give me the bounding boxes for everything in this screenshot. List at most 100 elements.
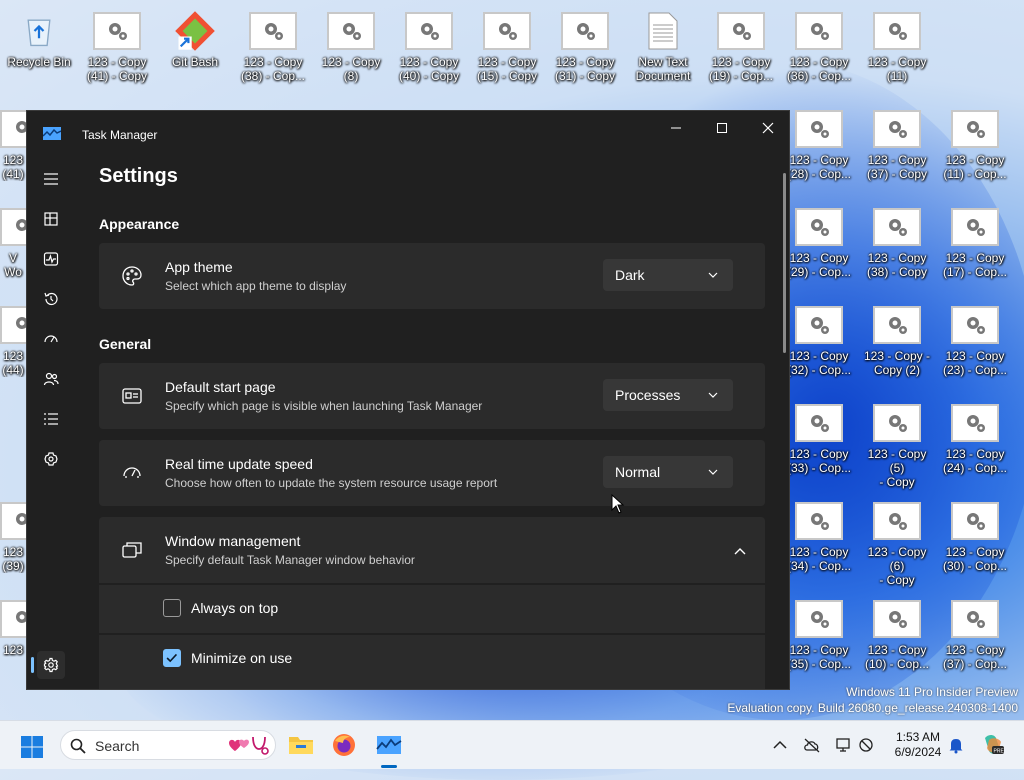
desktop-icon-label: 123 - Copy (23) - Cop... [942,349,1008,377]
title-bar[interactable]: Task Manager [27,111,789,155]
file-gear-icon [951,502,999,540]
nav-app-history[interactable] [37,285,65,313]
minimize-button[interactable] [653,113,699,143]
file-gear-icon [249,12,297,50]
file-gear-icon [0,208,26,246]
nav-services[interactable] [37,445,65,473]
desktop-icon-123-copy-40-copy[interactable]: 123 - Copy (40) - Copy [391,12,467,83]
desktop-icon-123-copy-41-copy[interactable]: 123 - Copy (41) - Copy [79,12,155,83]
cloud-offline-icon[interactable] [803,736,821,754]
nav-details[interactable] [37,405,65,433]
start-button[interactable] [20,735,44,759]
app-theme-value: Dark [615,267,645,283]
settings-icon [43,657,59,673]
desktop-icon-label: 123 - Copy (6) - Copy [867,545,927,587]
desktop-icon-123-copy-11[interactable]: 123 - Copy (11) [859,12,935,83]
desktop-icon-123-copy-copy-2[interactable]: 123 - Copy - Copy (2) [859,306,935,377]
desktop-icon-123-copy-33-cop[interactable]: 123 - Copy (33) - Cop... [781,404,857,475]
file-gear-icon [561,12,609,50]
chevron-up-icon[interactable] [733,544,747,558]
desktop-icon-123-copy-35-cop[interactable]: 123 - Copy (35) - Cop... [781,600,857,671]
content-scrollbar[interactable] [783,173,786,353]
window-management-card[interactable]: Window management Specify default Task M… [99,517,765,583]
desktop-icon-123-copy-34-cop[interactable]: 123 - Copy (34) - Cop... [781,502,857,573]
desktop-icon-recycle-bin[interactable]: Recycle Bin [1,12,77,69]
desktop-icon-123-copy-32-cop[interactable]: 123 - Copy (32) - Cop... [781,306,857,377]
desktop-icon-123-copy-37-cop[interactable]: 123 - Copy (37) - Cop... [937,600,1013,671]
palette-icon [122,266,142,286]
network-icon[interactable] [835,736,853,754]
navigation-rail [27,155,75,689]
desktop-icon-123-39[interactable]: 123 (39) [0,502,26,573]
desktop-icon-123-copy-24-cop[interactable]: 123 - Copy (24) - Cop... [937,404,1013,475]
desktop-icon-123-copy-30-cop[interactable]: 123 - Copy (30) - Cop... [937,502,1013,573]
desktop-icon-123-41[interactable]: 123 (41) [0,110,26,181]
file-gear-icon [795,306,843,344]
hamburger-menu-button[interactable] [37,165,65,193]
desktop-icon-label: 123 - Copy (37) - Cop... [942,643,1008,671]
system-clock[interactable]: 1:53 AM 6/9/2024 [888,730,948,760]
file-gear-icon [873,306,921,344]
search-icon [70,738,86,754]
app-history-icon [44,292,58,306]
always-on-top-checkbox[interactable] [163,599,181,617]
desktop-icon-123-44[interactable]: 123 (44) [0,306,26,377]
nav-processes[interactable] [37,205,65,233]
desktop-icon-123-copy-10-cop[interactable]: 123 - Copy (10) - Cop... [859,600,935,671]
file-gear-icon [0,600,26,638]
volume-muted-icon[interactable] [857,736,875,754]
desktop-icon-new-text-document[interactable]: New Text Document [625,12,701,83]
desktop-icon-123-copy-8[interactable]: 123 - Copy (8) [313,12,389,83]
desktop-icon-label: 123 (44) [2,349,24,377]
desktop-icon-label: 123 - Copy (28) - Cop... [786,153,852,181]
startup-apps-icon [44,335,58,343]
desktop-icon-123-copy-37-copy[interactable]: 123 - Copy (37) - Copy [859,110,935,181]
services-icon [44,452,58,466]
desktop-icon-123-copy-19-cop[interactable]: 123 - Copy (19) - Cop... [703,12,779,83]
taskbar-task-manager[interactable] [374,730,404,760]
desktop-icon-v-wo[interactable]: V Wo [0,208,26,279]
desktop-icon-123-copy-31-copy[interactable]: 123 - Copy (31) - Copy [547,12,623,83]
notification-bell-icon[interactable] [947,736,965,754]
desktop-icon-123-copy-6-copy[interactable]: 123 - Copy (6) - Copy [859,502,935,587]
default-start-page-dropdown[interactable]: Processes [603,379,733,411]
copilot-icon[interactable]: PRE [980,732,1006,758]
close-button[interactable] [745,113,789,143]
app-theme-dropdown[interactable]: Dark [603,259,733,291]
nav-users[interactable] [37,365,65,393]
desktop-icon-label: 123 - Copy (8) [321,55,381,83]
nav-performance[interactable] [37,245,65,273]
desktop-icon-label: 123 - Copy (38) - Cop... [240,55,306,83]
desktop-icon-123-copy-23-cop[interactable]: 123 - Copy (23) - Cop... [937,306,1013,377]
desktop-icon-123-copy-15-copy[interactable]: 123 - Copy (15) - Copy [469,12,545,83]
nav-startup-apps[interactable] [37,325,65,353]
taskbar-file-explorer[interactable] [286,730,316,760]
minimize-on-use-checkbox[interactable] [163,649,181,667]
close-icon [762,122,774,134]
update-speed-dropdown[interactable]: Normal [603,456,733,488]
app-theme-title: App theme [165,259,233,275]
chevron-up-tray-icon[interactable] [771,736,789,754]
desktop-icon-123-copy-38-cop[interactable]: 123 - Copy (38) - Cop... [235,12,311,83]
minimize-icon [671,127,681,129]
maximize-button[interactable] [699,113,745,143]
nav-settings[interactable] [37,651,65,679]
desktop-icon-123-copy-28-cop[interactable]: 123 - Copy (28) - Cop... [781,110,857,181]
file-gear-icon [873,12,921,50]
file-gear-icon [795,600,843,638]
taskbar-search-box[interactable]: Search [60,730,276,760]
desktop-icon-123-copy-29-cop[interactable]: 123 - Copy (29) - Cop... [781,208,857,279]
taskbar: Search 1:53 AM 6/9/2024 PRE [0,720,1024,769]
file-gear-icon [951,306,999,344]
desktop-icon-123[interactable]: 123 [0,600,26,657]
taskbar-firefox[interactable] [329,730,359,760]
desktop-icon-123-copy-17-cop[interactable]: 123 - Copy (17) - Cop... [937,208,1013,279]
desktop-icon-123-copy-11-cop[interactable]: 123 - Copy (11) - Cop... [937,110,1013,181]
desktop-icon-git-bash[interactable]: Git Bash [157,11,233,69]
desktop-icon-123-copy-36-cop[interactable]: 123 - Copy (36) - Cop... [781,12,857,83]
processes-icon [44,212,58,226]
general-section-header: General [99,336,152,352]
desktop-icon-123-copy-5-copy[interactable]: 123 - Copy (5) - Copy [859,404,935,489]
task-manager-taskbar-icon [376,736,402,754]
desktop-icon-123-copy-38-copy[interactable]: 123 - Copy (38) - Copy [859,208,935,279]
